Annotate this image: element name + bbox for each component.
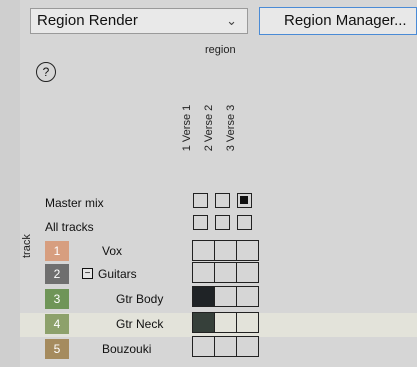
cell-track-3-region-2[interactable] — [214, 286, 237, 307]
cell-track-4-region-1[interactable] — [192, 312, 215, 333]
track-number-1: 1 — [45, 241, 69, 261]
region-manager-button[interactable]: Region Manager... — [259, 7, 417, 35]
chevron-down-icon: ⌄ — [226, 13, 237, 28]
cell-track-4-region-2[interactable] — [214, 312, 237, 333]
cell-track-5-region-2[interactable] — [214, 336, 237, 357]
cell-track-3-region-3[interactable] — [236, 286, 259, 307]
render-mode-value: Region Render — [37, 12, 138, 29]
folder-collapse-icon[interactable]: − — [82, 268, 93, 279]
cell-track-4-region-3[interactable] — [236, 312, 259, 333]
track-name-3: Gtr Body — [116, 292, 164, 306]
cell-track-1-region-1[interactable] — [192, 240, 215, 261]
track-number-4: 4 — [45, 314, 69, 334]
cell-track-3-region-1[interactable] — [192, 286, 215, 307]
cell-track-1-region-2[interactable] — [214, 240, 237, 261]
track-number-5: 5 — [45, 339, 69, 359]
cell-track-5-region-1[interactable] — [192, 336, 215, 357]
track-name-2: Guitars — [98, 267, 137, 281]
master-region-1-checkbox[interactable] — [193, 193, 208, 208]
region-col-label-3: 3 Verse 3 — [225, 104, 238, 152]
track-axis-label: track — [21, 234, 33, 258]
all-tracks-label: All tracks — [45, 220, 94, 234]
track-name-5: Bouzouki — [102, 342, 152, 356]
cell-track-5-region-3[interactable] — [236, 336, 259, 357]
region-manager-label: Region Manager... — [284, 12, 407, 29]
region-axis-title: region — [205, 44, 236, 56]
track-number-2: 2 — [45, 264, 69, 284]
render-mode-dropdown[interactable]: Region Render ⌄ — [30, 8, 248, 34]
all-tracks-region-1-checkbox[interactable] — [193, 215, 208, 230]
track-name-1: Vox — [102, 244, 123, 258]
all-tracks-region-2-checkbox[interactable] — [215, 215, 230, 230]
master-mix-label: Master mix — [45, 196, 104, 210]
help-icon[interactable]: ? — [36, 62, 56, 82]
cell-track-2-region-1[interactable] — [192, 262, 215, 283]
track-number-3: 3 — [45, 289, 69, 309]
track-name-4: Gtr Neck — [116, 317, 164, 331]
all-tracks-region-3-checkbox[interactable] — [237, 215, 252, 230]
master-region-2-checkbox[interactable] — [215, 193, 230, 208]
master-region-3-checkbox[interactable] — [237, 193, 252, 208]
left-gutter — [0, 0, 20, 367]
cell-track-2-region-2[interactable] — [214, 262, 237, 283]
cell-track-2-region-3[interactable] — [236, 262, 259, 283]
cell-track-1-region-3[interactable] — [236, 240, 259, 261]
